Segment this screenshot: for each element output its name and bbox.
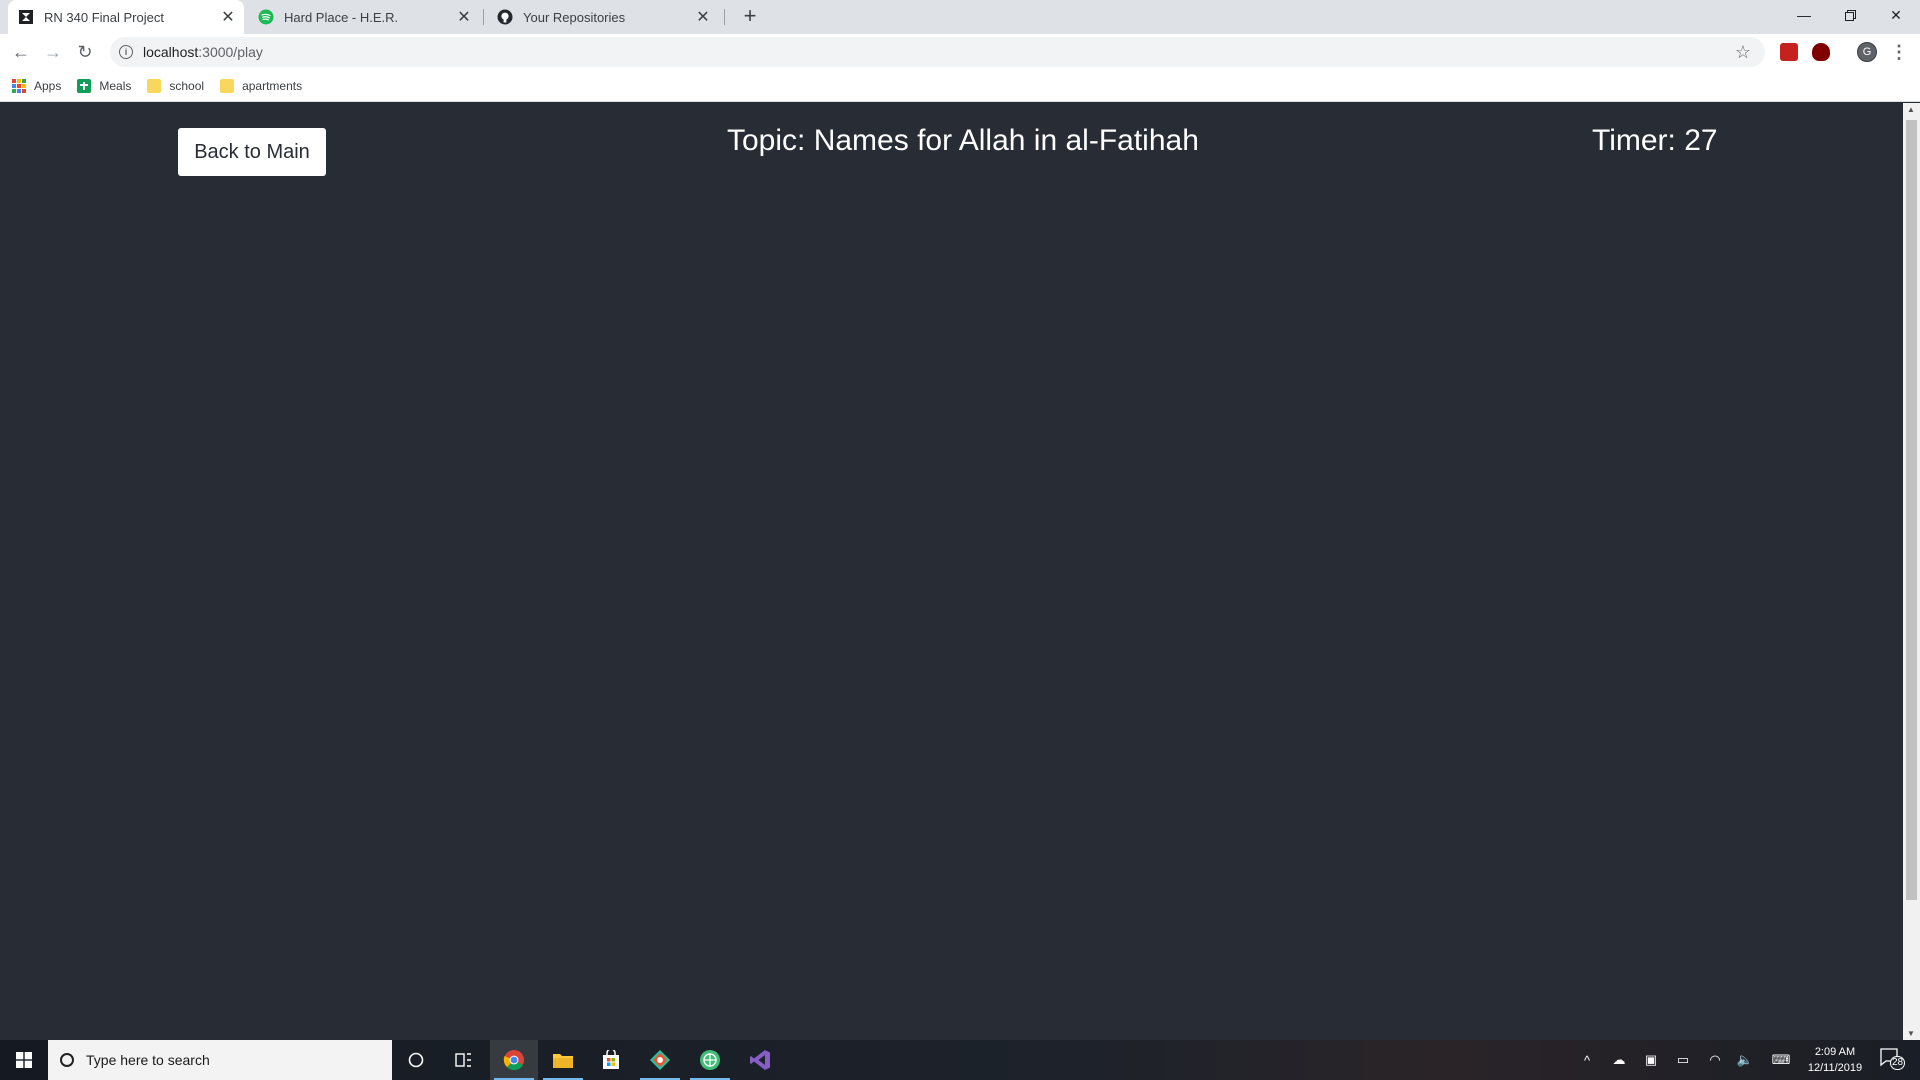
volume-icon[interactable]: 🔈 — [1732, 1040, 1758, 1080]
bookmark-label: school — [169, 78, 205, 93]
search-icon — [60, 1053, 74, 1067]
close-tab-icon[interactable]: ✕ — [693, 7, 713, 27]
reload-icon[interactable]: ↻ — [73, 40, 97, 64]
react-site-icon — [18, 9, 34, 25]
bookmark-label: apartments — [242, 78, 303, 93]
app-globe-icon[interactable] — [686, 1040, 734, 1080]
apps-grid-icon — [12, 78, 26, 93]
browser-tab-strip: RN 340 Final Project ✕ Hard Place - H.E.… — [0, 0, 1920, 34]
taskbar-clock[interactable]: 2:09 AM 12/11/2019 — [1800, 1044, 1870, 1076]
close-tab-icon[interactable]: ✕ — [218, 7, 238, 27]
taskbar-search-box[interactable]: Type here to search — [48, 1040, 392, 1080]
tab-separator — [483, 9, 484, 25]
chrome-menu-icon[interactable]: ⋮ — [1890, 42, 1908, 63]
cortana-icon[interactable] — [392, 1040, 440, 1080]
tab-title: Hard Place - H.E.R. — [284, 9, 399, 25]
bookmark-apps[interactable]: Apps — [12, 78, 62, 93]
bookmarks-bar: Apps Meals school apartments — [0, 70, 1920, 102]
battery-icon[interactable]: ▭ — [1670, 1040, 1696, 1080]
scrollbar-thumb[interactable] — [1906, 120, 1917, 900]
extension-icon[interactable] — [1780, 43, 1798, 61]
microsoft-store-icon[interactable] — [587, 1040, 635, 1080]
back-to-main-button[interactable]: Back to Main — [178, 128, 326, 176]
topic-heading: Topic: Names for Allah in al-Fatihah — [727, 124, 1199, 157]
tab-title: RN 340 Final Project — [44, 9, 164, 25]
windows-taskbar: Type here to search ^ ☁ ▣ ▭ ◠ 🔈 ⌨ 2:09 A… — [0, 1040, 1920, 1080]
bookmark-star-icon[interactable]: ☆ — [1735, 42, 1751, 63]
tab-hard-place[interactable]: Hard Place - H.E.R. ✕ — [248, 0, 480, 34]
search-placeholder: Type here to search — [86, 1052, 210, 1068]
new-tab-button[interactable]: + — [738, 5, 762, 29]
back-arrow-icon[interactable]: ← — [9, 40, 33, 64]
notification-count-badge: 28 — [1890, 1056, 1906, 1070]
security-tray-icon[interactable]: ▣ — [1638, 1040, 1664, 1080]
page-scrollbar[interactable]: ▲ ▼ — [1903, 103, 1920, 1040]
restore-window-icon[interactable] — [1827, 0, 1873, 30]
clock-time: 2:09 AM — [1814, 1046, 1856, 1058]
timer-display: Timer: 27 — [1592, 124, 1718, 157]
visual-studio-icon[interactable] — [736, 1040, 784, 1080]
address-bar[interactable]: i localhost:3000/play ☆ — [110, 37, 1765, 67]
page-viewport: Back to Main Topic: Names for Allah in a… — [0, 103, 1903, 1040]
file-explorer-icon[interactable] — [539, 1040, 587, 1080]
bookmark-folder-school[interactable]: school — [147, 78, 205, 93]
github-icon — [497, 9, 513, 25]
forward-arrow-icon[interactable]: → — [41, 40, 65, 64]
scroll-up-arrow-icon[interactable]: ▲ — [1907, 105, 1915, 114]
site-info-icon[interactable]: i — [119, 45, 133, 59]
folder-icon — [220, 78, 235, 93]
bookmark-label: Meals — [99, 78, 132, 93]
meals-plus-icon — [77, 78, 92, 93]
tab-your-repositories[interactable]: Your Repositories ✕ — [487, 0, 719, 34]
windows-start-button[interactable] — [0, 1040, 48, 1080]
tab-rn340-final-project[interactable]: RN 340 Final Project ✕ — [8, 0, 244, 34]
gitkraken-icon[interactable] — [636, 1040, 684, 1080]
close-window-icon[interactable]: ✕ — [1873, 0, 1919, 30]
url-text[interactable]: localhost:3000/play — [143, 44, 263, 60]
ublock-shield-icon[interactable] — [1812, 43, 1830, 61]
chrome-taskbar-icon[interactable] — [490, 1040, 538, 1080]
bookmark-label: Apps — [34, 78, 62, 93]
bookmark-meals[interactable]: Meals — [77, 78, 132, 93]
url-path: :3000/play — [198, 44, 263, 60]
windows-logo-icon — [16, 1052, 32, 1068]
tab-separator — [724, 9, 725, 25]
tab-title: Your Repositories — [523, 9, 626, 25]
spotify-icon — [258, 9, 274, 25]
wifi-icon[interactable]: ◠ — [1702, 1040, 1728, 1080]
onedrive-cloud-icon[interactable]: ☁ — [1606, 1040, 1632, 1080]
bookmark-folder-apartments[interactable]: apartments — [220, 78, 303, 93]
scroll-down-arrow-icon[interactable]: ▼ — [1907, 1029, 1915, 1038]
browser-toolbar: ← → ↻ i localhost:3000/play ☆ G ⋮ — [0, 34, 1920, 70]
action-center-icon[interactable]: 28 — [1880, 1048, 1906, 1072]
task-view-icon[interactable] — [440, 1040, 488, 1080]
close-tab-icon[interactable]: ✕ — [454, 7, 474, 27]
minimize-window-icon[interactable]: — — [1781, 0, 1827, 30]
url-host: localhost — [143, 44, 199, 60]
clock-date: 12/11/2019 — [1807, 1062, 1863, 1074]
keyboard-icon[interactable]: ⌨ — [1766, 1040, 1796, 1080]
show-hidden-icons-chevron-icon[interactable]: ^ — [1574, 1040, 1600, 1080]
profile-avatar[interactable]: G — [1857, 42, 1877, 62]
folder-icon — [147, 78, 162, 93]
